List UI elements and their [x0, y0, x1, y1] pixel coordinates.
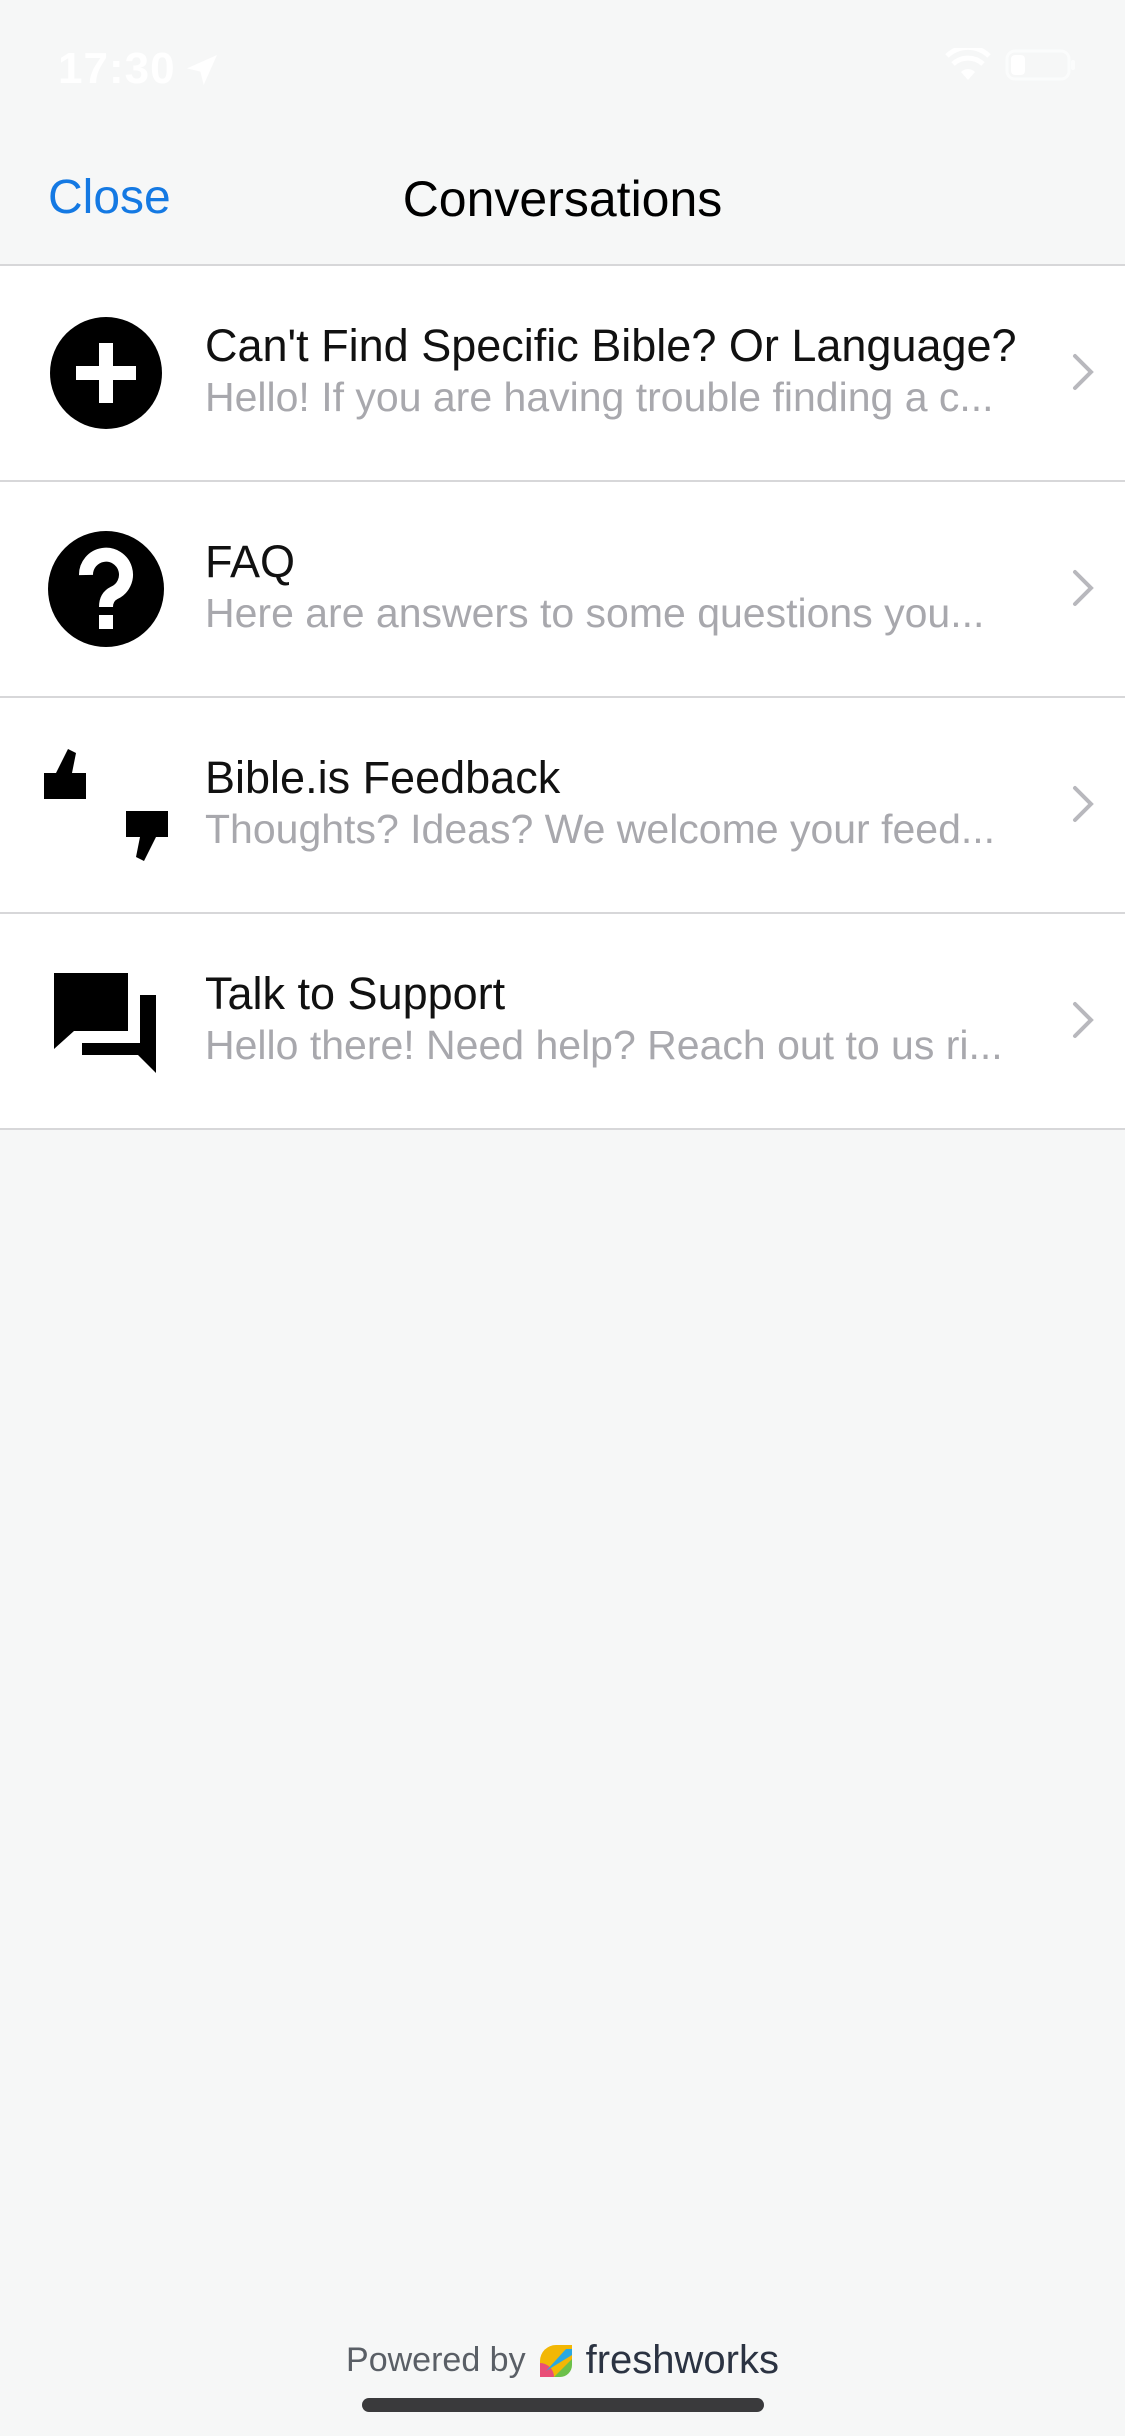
chevron-right-icon: [1073, 1002, 1094, 1038]
freshworks-logo-icon: [539, 2344, 572, 2377]
conversation-preview: Thoughts? Ideas? We welcome your feed...: [205, 806, 996, 852]
conversation-title: FAQ: [205, 536, 296, 587]
freshworks-brand: freshworks: [585, 2338, 779, 2382]
conversation-row-cant-find-bible[interactable]: Can't Find Specific Bible? Or Language? …: [0, 266, 1125, 482]
status-indicators: [945, 48, 1077, 82]
battery-icon: [1005, 49, 1075, 81]
page-title: Conversations: [402, 171, 723, 227]
chevron-right-icon: [1073, 354, 1094, 390]
conversation-row-feedback[interactable]: Bible.is Feedback Thoughts? Ideas? We we…: [0, 698, 1125, 914]
conversation-title: Bible.is Feedback: [205, 752, 561, 803]
plus-circle-icon: [50, 317, 162, 429]
conversation-row-support[interactable]: Talk to Support Hello there! Need help? …: [0, 914, 1125, 1130]
powered-by-label: Powered by: [346, 2341, 526, 2379]
conversation-row-faq[interactable]: FAQ Here are answers to some questions y…: [0, 482, 1125, 698]
conversation-preview: Hello there! Need help? Reach out to us …: [205, 1022, 1003, 1068]
status-time: 17:30: [58, 44, 176, 93]
thumbs-up-down-icon: [44, 749, 168, 861]
conversation-preview: Hello! If you are having trouble finding…: [205, 374, 994, 420]
nav-bar: Close Conversations: [0, 140, 1125, 266]
chevron-right-icon: [1073, 786, 1094, 822]
chevron-right-icon: [1073, 570, 1094, 606]
powered-by-footer: Powered by freshworks: [0, 2338, 1125, 2383]
wifi-icon: [945, 48, 991, 80]
conversation-title: Can't Find Specific Bible? Or Language?: [205, 320, 1017, 371]
home-indicator[interactable]: [362, 2398, 764, 2412]
status-bar: 17:30: [0, 0, 1125, 140]
conversation-preview: Here are answers to some questions you..…: [205, 590, 985, 636]
conversation-title: Talk to Support: [205, 968, 506, 1019]
question-circle-icon: [48, 531, 164, 647]
chat-bubbles-icon: [54, 973, 156, 1073]
conversation-list: Can't Find Specific Bible? Or Language? …: [0, 266, 1125, 1130]
location-arrow-icon: [187, 55, 217, 85]
